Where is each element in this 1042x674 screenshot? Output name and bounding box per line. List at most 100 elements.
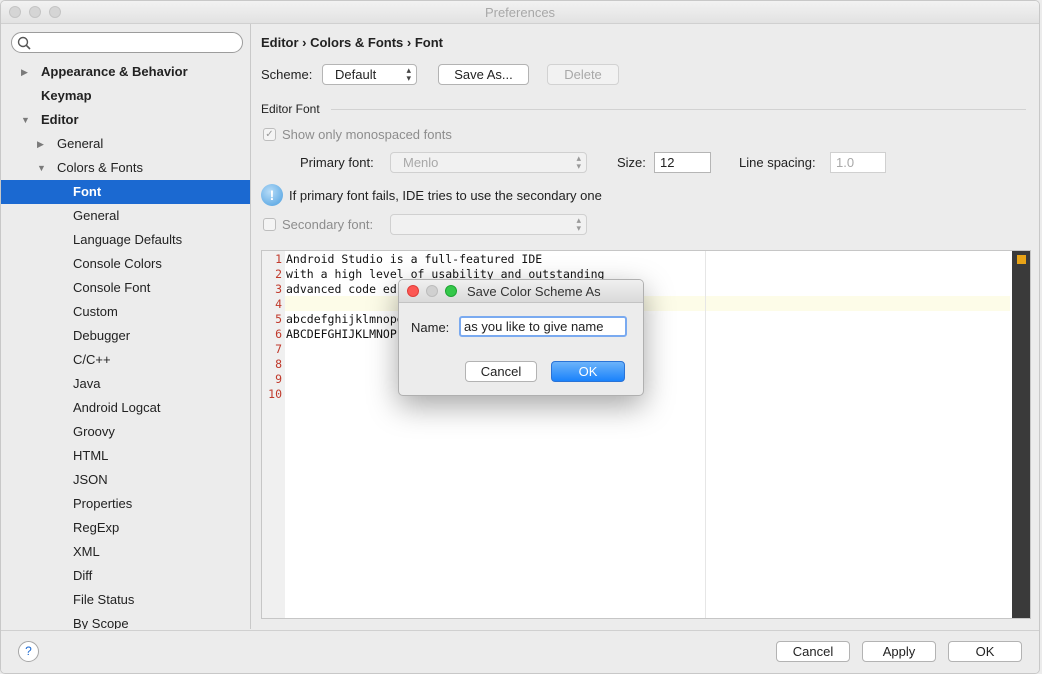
scheme-name-input[interactable]: as you like to give name	[459, 316, 627, 337]
sidebar-item-label: By Scope	[73, 616, 129, 629]
sidebar-item[interactable]: Custom	[1, 300, 250, 324]
sidebar-item-label: General	[57, 136, 104, 151]
sidebar-item[interactable]: HTML	[1, 444, 250, 468]
sidebar-item-label: JSON	[73, 472, 108, 487]
sidebar-item-label: General	[73, 208, 120, 223]
sidebar-item-label: Appearance & Behavior	[41, 64, 188, 79]
breadcrumb: Editor › Colors & Fonts › Font	[261, 35, 443, 50]
disclosure-expanded-icon[interactable]: ▼	[21, 108, 31, 132]
sidebar-item-label: Debugger	[73, 328, 131, 343]
sidebar-item[interactable]: Console Colors	[1, 252, 250, 276]
sidebar-item-label: Groovy	[73, 424, 115, 439]
secondary-font-label: Secondary font:	[282, 217, 374, 232]
sidebar-item[interactable]: Diff	[1, 564, 250, 588]
secondary-font-select[interactable]: ▴ ▾	[390, 214, 587, 235]
sidebar-item[interactable]: Android Logcat	[1, 396, 250, 420]
preview-scrollbar[interactable]	[1012, 251, 1030, 618]
info-message: If primary font fails, IDE tries to use …	[289, 188, 602, 203]
right-margin-guide	[705, 251, 706, 618]
sidebar-item[interactable]: JSON	[1, 468, 250, 492]
window-title: Preferences	[484, 5, 556, 20]
sidebar-item[interactable]: Java	[1, 372, 250, 396]
updown-chevron-icon: ▴ ▾	[406, 65, 411, 83]
show-monospaced-label: Show only monospaced fonts	[282, 127, 452, 142]
primary-font-select[interactable]: Menlo ▴ ▾	[390, 152, 587, 173]
sidebar-item[interactable]: Debugger	[1, 324, 250, 348]
apply-button[interactable]: Apply	[862, 641, 936, 662]
scheme-label: Scheme:	[261, 67, 313, 82]
dialog-window-controls	[407, 285, 457, 297]
settings-search-input[interactable]	[11, 32, 243, 53]
sidebar-item[interactable]: Font	[1, 180, 250, 204]
sidebar-item[interactable]: ▼ Colors & Fonts	[1, 156, 250, 180]
sidebar-item[interactable]: File Status	[1, 588, 250, 612]
sidebar-item[interactable]: RegExp	[1, 516, 250, 540]
line-number: 10	[268, 387, 282, 401]
secondary-font-checkbox[interactable]	[263, 218, 276, 231]
checkmark-icon: ✓	[265, 129, 274, 140]
sidebar-item-label: Console Font	[73, 280, 151, 295]
info-icon: !	[261, 184, 283, 206]
footer-cancel-button[interactable]: Cancel	[776, 641, 850, 662]
settings-sidebar: ▶ Appearance & Behavior Keymap ▼ Editor ▶ Gene…	[1, 24, 251, 629]
line-number: 4	[275, 297, 282, 311]
sidebar-item[interactable]: Groovy	[1, 420, 250, 444]
sidebar-item-label: Diff	[73, 568, 93, 583]
show-monospaced-checkbox[interactable]: ✓	[263, 128, 276, 141]
sidebar-item[interactable]: ▶ Appearance & Behavior	[1, 60, 250, 84]
sidebar-item-label: Android Logcat	[73, 400, 161, 415]
sidebar-item[interactable]: Keymap	[1, 84, 250, 108]
line-number: 3	[275, 282, 282, 296]
sidebar-item-label: Language Defaults	[73, 232, 183, 247]
sidebar-item-label: RegExp	[73, 520, 120, 535]
sidebar-item[interactable]: ▶ General	[1, 132, 250, 156]
title-bar: Preferences	[1, 1, 1039, 24]
section-divider	[331, 109, 1026, 110]
disclosure-collapsed-icon[interactable]: ▶	[21, 60, 31, 84]
line-spacing-input[interactable]: 1.0	[830, 152, 886, 173]
save-as-button[interactable]: Save As...	[438, 64, 529, 85]
disclosure-expanded-icon[interactable]: ▼	[37, 156, 47, 180]
sidebar-item[interactable]: Language Defaults	[1, 228, 250, 252]
size-label: Size:	[617, 155, 646, 170]
dialog-ok-button[interactable]: OK	[551, 361, 625, 382]
delete-button[interactable]: Delete	[547, 64, 619, 85]
dialog-minimize-button[interactable]	[426, 285, 438, 297]
line-number: 2	[275, 267, 282, 281]
help-button[interactable]: ?	[18, 641, 39, 662]
sidebar-item-label: Java	[73, 376, 101, 391]
search-icon	[17, 36, 31, 50]
dialog-title-bar: Save Color Scheme As	[399, 280, 643, 303]
sidebar-item[interactable]: Console Font	[1, 276, 250, 300]
footer-ok-button[interactable]: OK	[948, 641, 1022, 662]
sidebar-item[interactable]: Properties	[1, 492, 250, 516]
sidebar-item-label: Editor	[41, 112, 79, 127]
dialog-zoom-button[interactable]	[445, 285, 457, 297]
sidebar-item-label: Custom	[73, 304, 118, 319]
line-number: 9	[275, 372, 282, 386]
sidebar-item-label: Colors & Fonts	[57, 160, 143, 175]
sidebar-item[interactable]: General	[1, 204, 250, 228]
dialog-cancel-button[interactable]: Cancel	[465, 361, 537, 382]
sidebar-item[interactable]: C/C++	[1, 348, 250, 372]
sidebar-item-label: Console Colors	[73, 256, 162, 271]
settings-tree: ▶ Appearance & Behavior Keymap ▼ Editor ▶ Gene…	[1, 60, 250, 629]
scheme-select[interactable]: Default ▴ ▾	[322, 64, 417, 85]
sidebar-item[interactable]: ▼ Editor	[1, 108, 250, 132]
scheme-value: Default	[335, 67, 377, 82]
sidebar-item[interactable]: By Scope	[1, 612, 250, 629]
line-spacing-label: Line spacing:	[739, 155, 816, 170]
disclosure-collapsed-icon[interactable]: ▶	[37, 132, 47, 156]
editor-font-section-title: Editor Font	[261, 102, 320, 116]
error-stripe-marker[interactable]	[1017, 255, 1026, 264]
sidebar-item[interactable]: XML	[1, 540, 250, 564]
scheme-name-label: Name:	[411, 320, 450, 335]
sidebar-item-label: C/C++	[73, 352, 111, 367]
preview-code-line: advanced code ed	[286, 282, 397, 296]
line-number: 5	[275, 312, 282, 326]
font-size-input[interactable]: 12	[654, 152, 711, 173]
dialog-close-button[interactable]	[407, 285, 419, 297]
font-preview-editor[interactable]: 1 Android Studio is a full-featured IDE 2 w…	[261, 250, 1031, 619]
preview-code-line: ABCDEFGHIJKLMNOP	[286, 327, 397, 341]
current-line-highlight	[285, 296, 1010, 311]
